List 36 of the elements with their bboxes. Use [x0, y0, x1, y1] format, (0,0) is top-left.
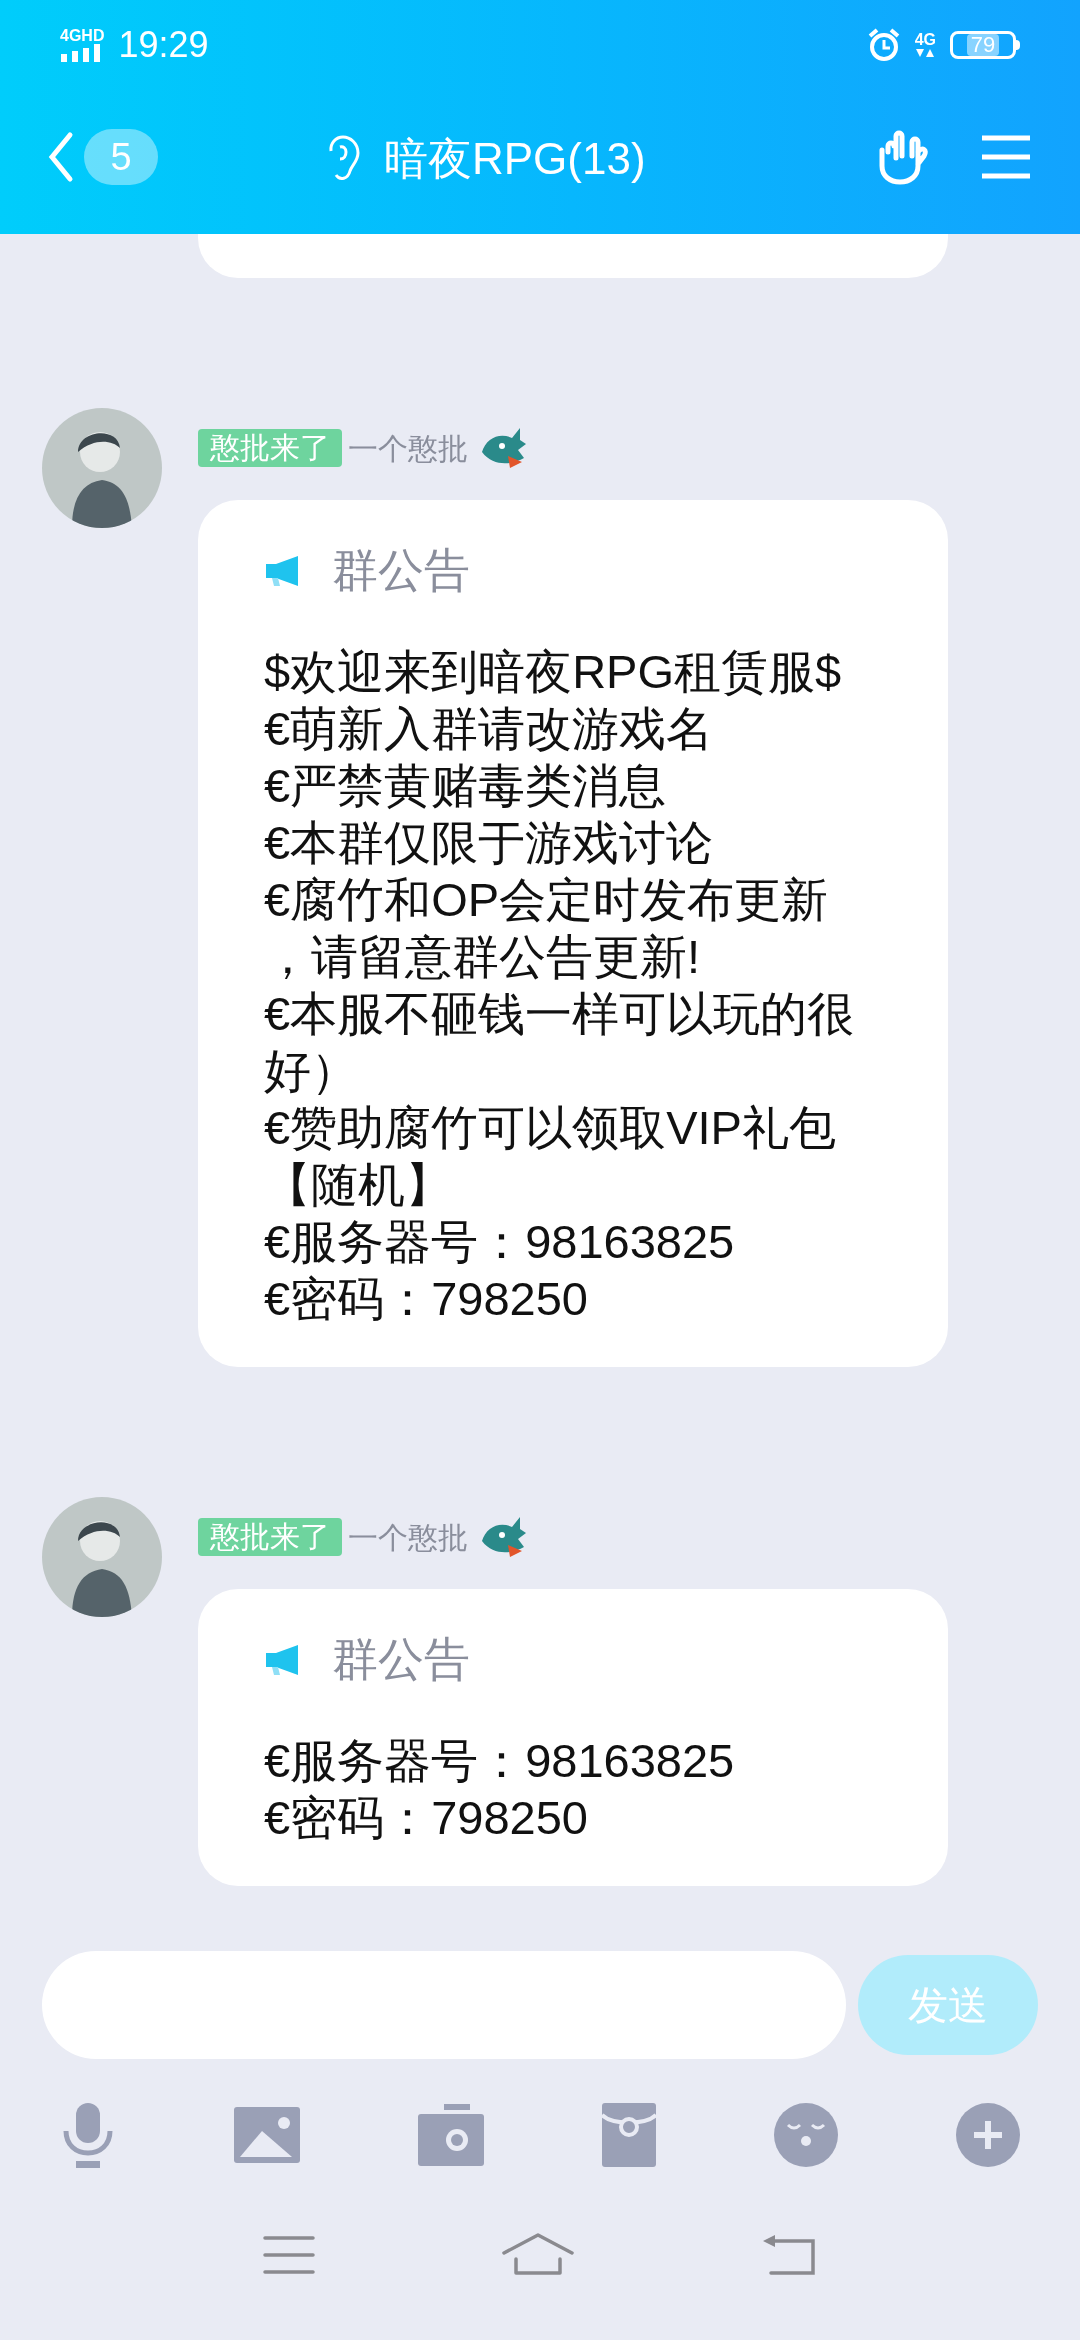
member-tag: 憨批来了 — [198, 429, 342, 467]
announcement-line: ，请留意群公告更新! — [264, 929, 702, 985]
announcement-line: €严禁黄赌毒类消息 — [264, 758, 668, 814]
announcement-line: €赞助腐竹可以领取VIP礼包 — [264, 1100, 837, 1156]
announcement-line: €密码：798250 — [264, 1790, 589, 1846]
card-title: 群公告 — [332, 543, 470, 598]
menu-icon[interactable] — [263, 2235, 316, 2275]
unread-count: 5 — [84, 129, 158, 185]
envelope-icon[interactable] — [602, 2103, 656, 2167]
sender-name: 一个憨批 — [348, 430, 468, 467]
member-tag: 憨批来了 — [198, 1518, 342, 1556]
announcement-line: €本服不砸钱一样可以玩的很 — [264, 986, 856, 1042]
camera-icon[interactable] — [418, 2104, 484, 2166]
announcement-line: €本群仅限于游戏讨论 — [264, 815, 715, 871]
announcement-line: €萌新入群请改游戏名 — [264, 701, 715, 757]
ear-icon — [328, 135, 360, 183]
announcement-line: 【随机】 — [264, 1157, 453, 1213]
home-icon[interactable] — [502, 2233, 574, 2277]
announcement-card[interactable]: 群公告 €服务器号：98163825 €密码：798250 — [198, 1589, 948, 1886]
clock-time: 19:29 — [118, 23, 209, 67]
plus-icon[interactable] — [956, 2103, 1020, 2167]
announcement-line: $欢迎来到暗夜RPG租赁服$ — [264, 644, 843, 700]
announcement-line: 好） — [264, 1043, 359, 1099]
announcement-card[interactable]: 群公告 $欢迎来到暗夜RPG租赁服$ €萌新入群请改游戏名 €严禁黄赌毒类消息 €本群仅限于游戏讨论 €腐竹和OP会定时发布更新 ，请留意群公告更新! €本服不砸钱一样可以玩的很 好） €赞助腐竹可以领取VIP礼包 【随机】 €服务器号：98163825 €密码：798250 — [198, 500, 948, 1367]
chat-title: 暗夜RPG(13) — [384, 133, 646, 185]
announcement-line: €服务器号：98163825 — [264, 1733, 736, 1789]
announcement-line: €密码：798250 — [264, 1271, 589, 1327]
image-icon[interactable] — [234, 2107, 300, 2163]
alarm-icon — [866, 28, 901, 62]
announcement-line: €服务器号：98163825 — [264, 1214, 736, 1270]
announcement-line: €腐竹和OP会定时发布更新 — [264, 872, 830, 928]
emoji-face-icon[interactable] — [774, 2103, 838, 2167]
battery-indicator: 79 — [950, 31, 1016, 59]
sender-name: 一个憨批 — [348, 1519, 468, 1556]
card-title: 群公告 — [332, 1632, 470, 1687]
back-icon — [48, 131, 74, 183]
